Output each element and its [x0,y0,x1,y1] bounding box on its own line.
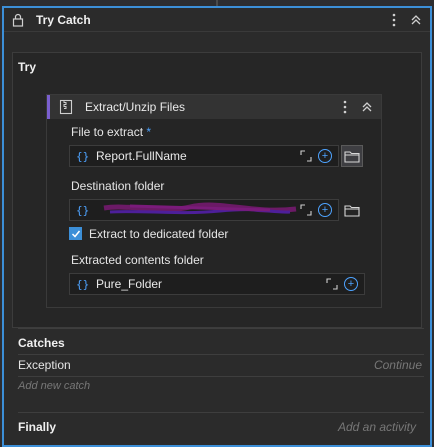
activity-accent-bar [47,95,50,119]
lock-icon [10,12,26,28]
destination-folder-label: Destination folder [71,179,165,193]
exception-label: Exception [18,358,71,372]
file-to-extract-input[interactable]: {} Report.FullName + [69,145,339,167]
extracted-contents-folder-value: Pure_Folder [96,277,163,291]
file-to-extract-value: Report.FullName [96,149,187,163]
add-activity-link[interactable]: Add an activity [338,420,416,434]
divider [18,328,424,329]
braces-icon: {} [76,277,90,291]
extracted-contents-folder-input[interactable]: {} Pure_Folder + [69,273,365,295]
chevrons-up-icon[interactable] [408,12,424,28]
expand-icon[interactable] [300,150,312,162]
folder-icon[interactable] [341,145,363,167]
chevrons-up-icon[interactable] [359,99,375,115]
activity-title: Extract/Unzip Files [85,100,186,114]
try-catch-title: Try Catch [36,12,91,27]
add-new-catch-link[interactable]: Add new catch [18,380,90,392]
file-to-extract-label: File to extract * [71,125,152,139]
destination-folder-input[interactable]: {} + [69,199,339,221]
try-catch-header[interactable]: Try Catch [4,8,430,32]
extracted-contents-folder-label: Extracted contents folder [71,253,204,267]
plus-circle-icon[interactable]: + [318,203,332,217]
more-vertical-icon[interactable] [337,99,353,115]
try-catch-container[interactable]: Try Catch Try Extract/Unzip Files File t… [2,6,432,447]
braces-icon: {} [76,203,90,217]
expand-icon[interactable] [326,278,338,290]
exception-catch-row[interactable]: Exception Continue [18,358,424,372]
more-vertical-icon[interactable] [386,12,402,28]
divider [18,376,424,377]
finally-label: Finally [18,420,57,434]
extract-dedicated-checkbox[interactable] [69,227,82,240]
folder-icon[interactable] [341,199,363,221]
expand-icon[interactable] [300,204,312,216]
plus-circle-icon[interactable]: + [318,149,332,163]
try-label: Try [18,60,37,74]
archive-icon [59,99,73,115]
extract-dedicated-label: Extract to dedicated folder [89,227,229,241]
extract-unzip-activity[interactable]: Extract/Unzip Files File to extract * {}… [46,94,382,308]
braces-icon: {} [76,149,90,163]
catches-label: Catches [18,336,65,350]
exception-action[interactable]: Continue [374,358,422,372]
activity-header[interactable]: Extract/Unzip Files [47,95,381,119]
divider [18,412,424,413]
plus-circle-icon[interactable]: + [344,277,358,291]
redaction-scribble [103,202,297,215]
divider [18,354,424,355]
